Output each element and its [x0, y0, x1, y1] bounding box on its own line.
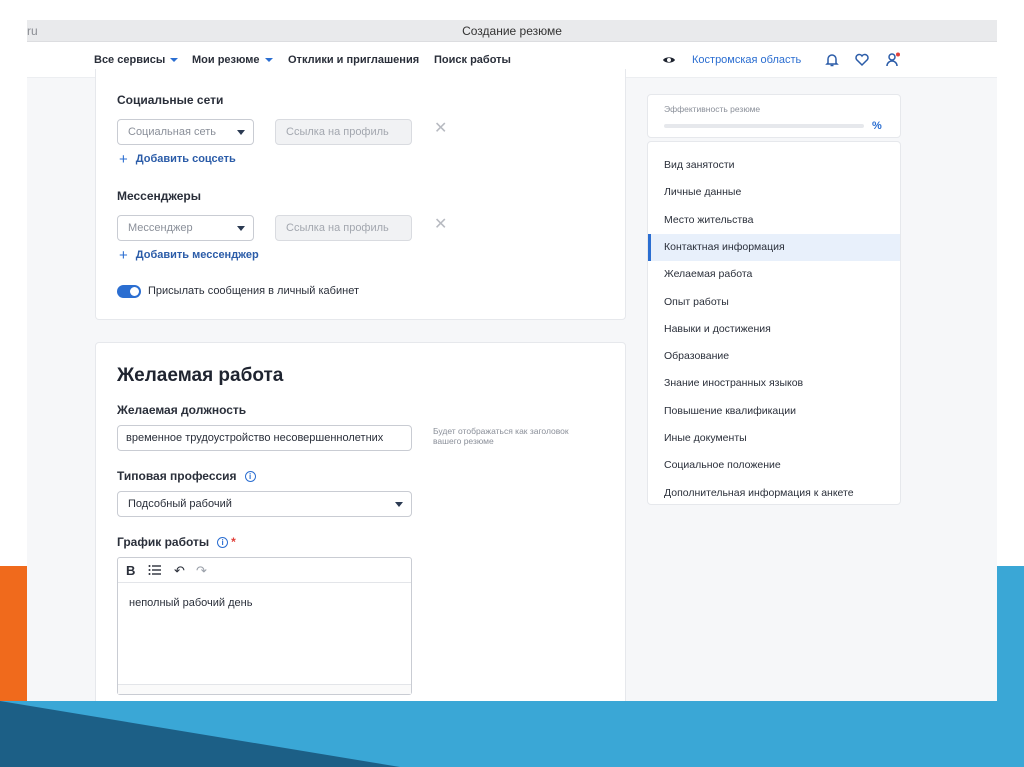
editor-toolbar: B ↶ ↷ — [118, 558, 411, 583]
messages-toggle-label: Присылать сообщения в личный кабинет — [148, 285, 359, 297]
nav-my-resumes[interactable]: Мои резюме — [192, 54, 273, 66]
bold-icon[interactable]: B — [126, 563, 135, 578]
redo-icon[interactable]: ↷ — [196, 563, 207, 579]
nav-my-resumes-label: Мои резюме — [192, 54, 260, 66]
user-icon[interactable] — [885, 52, 901, 68]
browser-window: ru Создание резюме Все сервисы Мои резюм… — [27, 20, 997, 701]
window-title: Создание резюме — [462, 24, 562, 38]
sidebar-menu-item[interactable]: Контактная информация — [648, 233, 900, 261]
position-hint: Будет отображаться как заголовок вашего … — [433, 426, 569, 446]
schedule-label: График работы i * — [117, 535, 236, 549]
sidebar-menu-item[interactable]: Знание иностранных языков — [648, 370, 900, 397]
position-label: Желаемая должность — [117, 403, 247, 417]
chevron-down-icon — [264, 58, 273, 63]
sidebar-menu-item[interactable]: Образование — [648, 343, 900, 370]
heart-icon[interactable] — [854, 52, 870, 68]
eye-icon — [663, 57, 675, 63]
position-input[interactable]: временное трудоустройство несовершенноле… — [117, 425, 412, 451]
plus-icon: + — [119, 151, 128, 168]
sidebar-menu-item[interactable]: Вид занятости — [648, 152, 900, 179]
region-selector[interactable]: Костромская область — [692, 54, 801, 66]
resume-effectiveness-card: Эффективность резюме % — [647, 94, 901, 138]
toggle-knob — [130, 287, 139, 296]
chevron-down-icon — [237, 226, 245, 231]
add-messenger-label: Добавить мессенджер — [135, 249, 259, 261]
plus-icon: + — [119, 247, 128, 264]
main-content: Социальные сети Социальная сеть Ссылка н… — [27, 69, 997, 701]
info-icon[interactable]: i — [244, 471, 256, 483]
desired-job-card: Желаемая работа Желаемая должность време… — [95, 342, 626, 701]
sidebar-menu-item[interactable]: Дополнительная информация к анкете — [648, 480, 900, 507]
undo-icon[interactable]: ↶ — [174, 563, 185, 579]
title-bar: ru Создание резюме — [27, 20, 997, 42]
sidebar-menu-item[interactable]: Навыки и достижения — [648, 316, 900, 343]
messenger-link-input[interactable]: Ссылка на профиль — [275, 215, 412, 241]
social-network-select[interactable]: Социальная сеть — [117, 119, 254, 145]
profession-select[interactable]: Подсобный рабочий — [117, 491, 412, 517]
nav-job-search[interactable]: Поиск работы — [434, 54, 511, 66]
sidebar-menu-item[interactable]: Социальное положение — [648, 452, 900, 479]
nav-all-services-label: Все сервисы — [94, 54, 166, 66]
effectiveness-progress-bar — [664, 124, 864, 128]
chevron-down-icon — [237, 130, 245, 135]
social-link-input[interactable]: Ссылка на профиль — [275, 119, 412, 145]
sidebar-menu-item[interactable]: Личные данные — [648, 179, 900, 206]
sidebar-menu-item[interactable]: Повышение квалификации — [648, 398, 900, 425]
schedule-label-text: График работы — [117, 535, 210, 549]
close-icon[interactable]: ✕ — [434, 118, 447, 138]
slide-bottom-triangle — [0, 701, 400, 767]
info-icon[interactable]: i — [217, 537, 229, 549]
messengers-label: Мессенджеры — [117, 189, 201, 203]
messenger-placeholder: Мессенджер — [128, 222, 193, 234]
contact-info-card: Социальные сети Социальная сеть Ссылка н… — [95, 69, 626, 320]
sidebar-menu-item[interactable]: Иные документы — [648, 425, 900, 452]
editor-resize-bar[interactable] — [118, 684, 411, 694]
nav-responses[interactable]: Отклики и приглашения — [288, 54, 419, 66]
schedule-text: неполный рабочий день — [129, 597, 253, 609]
profession-label-text: Типовая профессия — [117, 469, 237, 483]
profession-label: Типовая профессия i — [117, 469, 256, 483]
nav-all-services[interactable]: Все сервисы — [94, 54, 179, 66]
resume-sections-menu: Вид занятости Личные данные Место жительст… — [647, 141, 901, 505]
chevron-down-icon — [395, 502, 403, 507]
effectiveness-title: Эффективность резюме — [664, 104, 761, 114]
close-icon[interactable]: ✕ — [434, 214, 447, 234]
sidebar-menu-item[interactable]: Место жительства — [648, 207, 900, 234]
add-social-label: Добавить соцсеть — [135, 153, 236, 165]
messenger-select[interactable]: Мессенджер — [117, 215, 254, 241]
desired-job-heading: Желаемая работа — [117, 365, 284, 386]
sidebar-menu-item[interactable]: Желаемая работа — [648, 261, 900, 288]
effectiveness-percent: % — [872, 120, 882, 132]
sidebar-menu-item[interactable]: Опыт работы — [648, 289, 900, 316]
add-social-button[interactable]: + Добавить соцсеть — [119, 151, 236, 168]
profession-value: Подсобный рабочий — [128, 498, 232, 510]
required-asterisk: * — [231, 535, 236, 549]
slide-blue-stripe — [997, 566, 1024, 701]
social-networks-label: Социальные сети — [117, 93, 224, 107]
add-messenger-button[interactable]: + Добавить мессенджер — [119, 247, 259, 264]
social-network-placeholder: Социальная сеть — [128, 126, 216, 138]
messages-toggle[interactable] — [117, 285, 141, 298]
list-icon[interactable] — [148, 564, 161, 576]
bell-icon[interactable] — [824, 52, 840, 68]
chevron-down-icon — [170, 58, 179, 63]
schedule-editor[interactable]: B ↶ ↷ неполный рабочий день — [117, 557, 412, 695]
